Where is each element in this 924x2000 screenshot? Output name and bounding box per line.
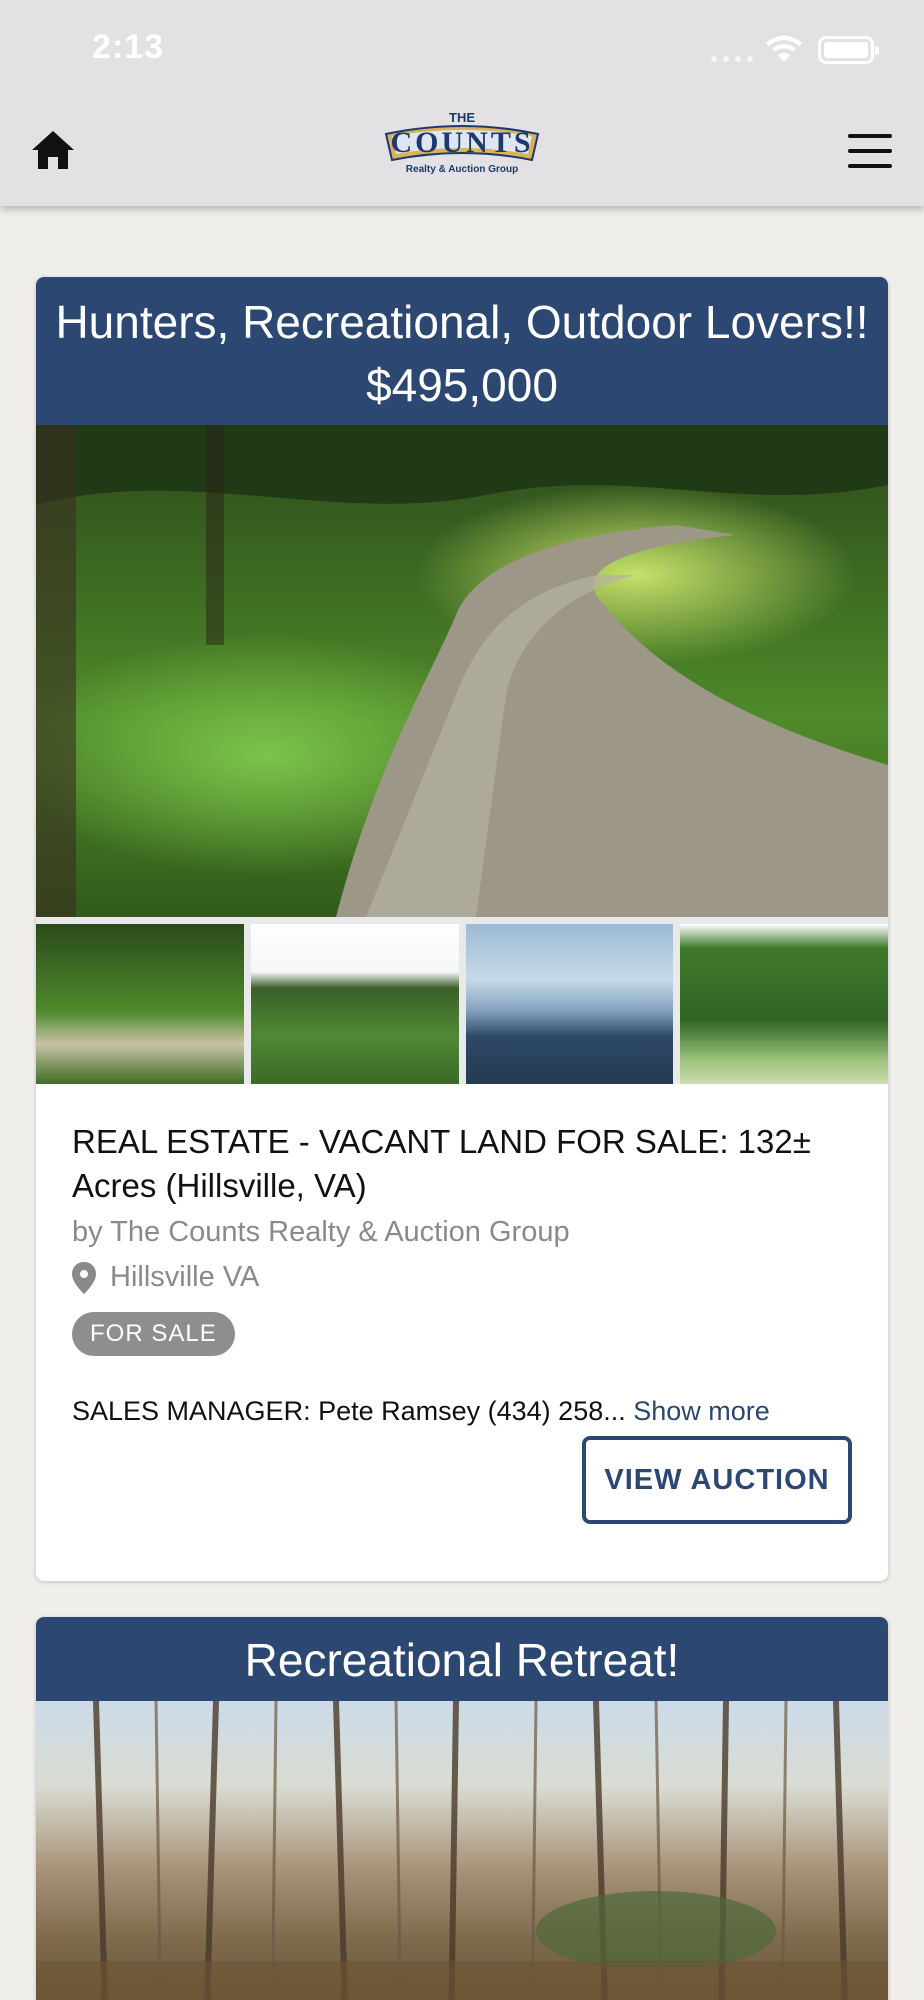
listing-card[interactable]: Hunters, Recreational, Outdoor Lovers!! … (36, 277, 888, 1581)
location-text: Hillsville VA (110, 1261, 260, 1293)
location-pin-icon (72, 1261, 96, 1294)
logo-name: COUNTS (390, 126, 534, 159)
listing-agency: by The Counts Realty & Auction Group (72, 1216, 570, 1248)
home-icon[interactable] (30, 128, 76, 172)
thumbnail-photo[interactable] (250, 924, 459, 1084)
listing-header: Hunters, Recreational, Outdoor Lovers!! … (36, 277, 888, 425)
road-photo-illustration (36, 425, 888, 917)
listing-header: Recreational Retreat! (36, 1617, 888, 1701)
wifi-icon (766, 35, 802, 62)
status-badge: FOR SALE (72, 1312, 235, 1356)
listing-description: SALES MANAGER: Pete Ramsey (434) 258... … (72, 1396, 852, 1427)
logo-subtitle: Realty & Auction Group (405, 164, 519, 175)
main-listing-photo[interactable] (36, 425, 888, 917)
listing-price: $495,000 (366, 359, 558, 411)
signal-icon (711, 56, 753, 62)
listing-title[interactable]: REAL ESTATE - VACANT LAND FOR SALE: 132±… (72, 1120, 852, 1208)
listing-headline: Hunters, Recreational, Outdoor Lovers!! (55, 296, 869, 348)
listing-card[interactable]: Recreational Retreat! (36, 1617, 888, 2000)
description-text: SALES MANAGER: Pete Ramsey (434) 258... (72, 1396, 626, 1426)
hamburger-menu-icon[interactable] (848, 134, 892, 168)
main-listing-photo[interactable] (36, 1700, 888, 2000)
counts-logo[interactable]: THE COUNTS Realty & Auction Group (376, 104, 548, 182)
listing-details: REAL ESTATE - VACANT LAND FOR SALE: 132±… (36, 1084, 888, 1581)
view-auction-button[interactable]: VIEW AUCTION (582, 1436, 852, 1524)
logo-the: THE (449, 110, 475, 125)
listing-headline: Recreational Retreat! (244, 1634, 680, 1686)
status-time: 2:13 (92, 28, 165, 66)
photo-thumbnails (36, 917, 888, 1084)
thumbnail-photo[interactable] (36, 924, 244, 1084)
battery-icon (818, 36, 879, 64)
app-header: 2:13 THE COUNTS Realty & Auction Group (0, 0, 924, 206)
listing-location: Hillsville VA (72, 1261, 852, 1294)
show-more-link[interactable]: Show more (633, 1396, 770, 1426)
thumbnail-photo[interactable] (465, 924, 674, 1084)
forest-photo-illustration (36, 1700, 888, 2000)
thumbnail-photo[interactable] (680, 924, 888, 1084)
